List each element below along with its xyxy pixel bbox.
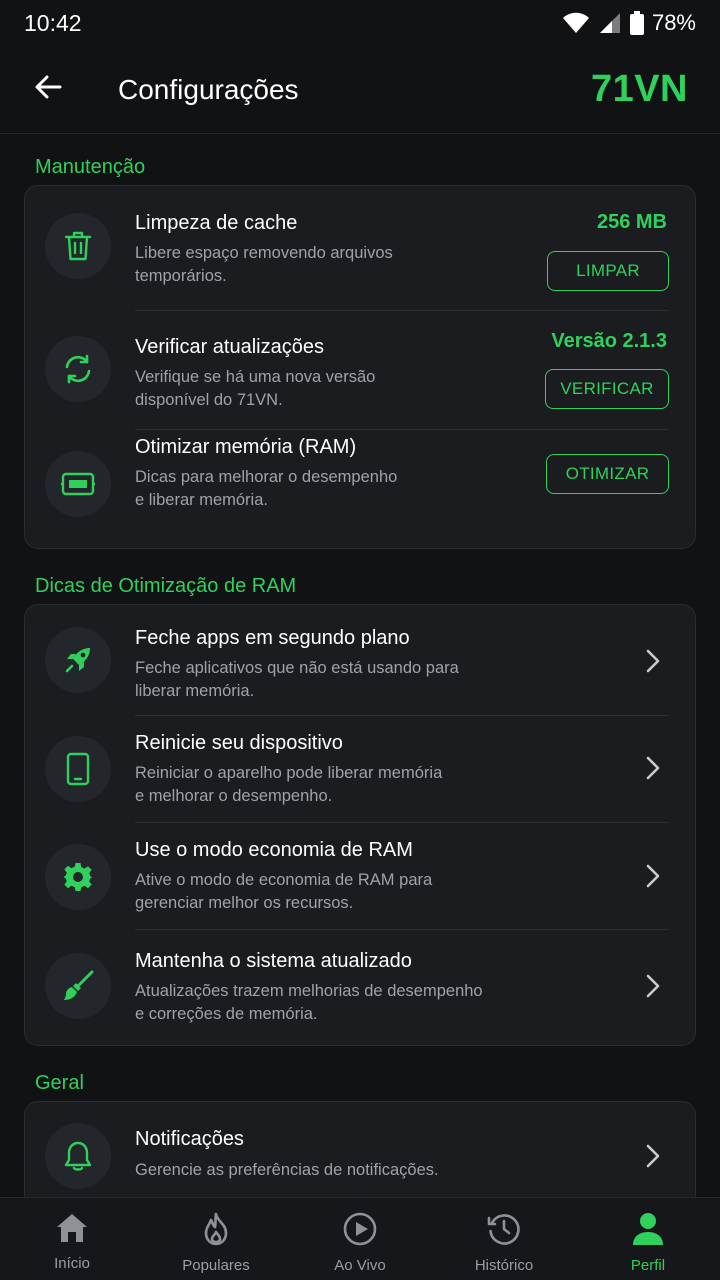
wifi-icon (562, 12, 590, 34)
tip-row[interactable]: Feche apps em segundo plano Feche aplica… (25, 605, 695, 715)
nav-item-history[interactable]: Histórico (432, 1198, 576, 1280)
page-title: Configurações (118, 73, 299, 105)
tip-desc-line1: Reiniciar o aparelho pode liberar memóri… (135, 764, 443, 782)
clear-cache-button[interactable]: LIMPAR (547, 251, 669, 291)
chevron-right-icon (643, 862, 663, 890)
flame-icon (201, 1212, 231, 1251)
tip-desc-line1: Ative o modo de economia de RAM para (135, 871, 433, 889)
tip-row[interactable]: Use o modo economia de RAM Ative o modo … (25, 823, 695, 929)
tip-title: Mantenha o sistema atualizado (135, 950, 412, 972)
cache-cleanup-desc-line2: temporários. (135, 267, 227, 285)
section-title-general: Geral (35, 1072, 84, 1094)
maintenance-card: Limpeza de cache Libere espaço removendo… (24, 185, 696, 549)
history-icon (487, 1212, 521, 1251)
tip-desc-line2: liberar memória. (135, 682, 255, 700)
chevron-right-icon (643, 647, 663, 675)
cache-cleanup-desc-line1: Libere espaço removendo arquivos (135, 244, 393, 262)
notifications-row[interactable]: Notificações Gerencie as preferências de… (25, 1102, 695, 1197)
tip-title: Feche apps em segundo plano (135, 627, 410, 649)
status-icons: 78% (562, 10, 696, 36)
tip-desc-line1: Feche aplicativos que não está usando pa… (135, 659, 459, 677)
nav-item-live[interactable]: Ao Vivo (288, 1198, 432, 1280)
cache-cleanup-row: Limpeza de cache Libere espaço removendo… (25, 186, 695, 310)
app-bar: Configurações 71VN (0, 46, 720, 134)
settings-content[interactable]: Manutenção Limpeza de cache Libere espaç… (0, 135, 720, 1197)
check-updates-row: Verificar atualizações Verifique se há u… (25, 311, 695, 429)
version-value: Versão 2.1.3 (551, 330, 667, 352)
section-title-maintenance: Manutenção (35, 156, 146, 178)
chevron-right-icon (643, 754, 663, 782)
cache-cleanup-title: Limpeza de cache (135, 212, 298, 234)
optimize-memory-title: Otimizar memória (RAM) (135, 436, 357, 458)
notifications-desc: Gerencie as preferências de notificações… (135, 1161, 439, 1179)
section-title-ram-tips: Dicas de Otimização de RAM (35, 575, 297, 597)
optimize-memory-row: Otimizar memória (RAM) Dicas para melhor… (25, 430, 695, 548)
battery-icon (629, 11, 644, 35)
tip-row[interactable]: Mantenha o sistema atualizado Atualizaçõ… (25, 930, 695, 1046)
trash-icon (45, 213, 111, 279)
profile-icon (632, 1212, 664, 1251)
bottom-navigation: Início Populares Ao Vivo Histórico Perfi… (0, 1197, 720, 1280)
nav-item-home[interactable]: Início (0, 1198, 144, 1280)
nav-label: Populares (182, 1257, 250, 1274)
home-icon (55, 1212, 89, 1249)
check-updates-title: Verificar atualizações (135, 336, 324, 358)
arrow-left-icon (33, 72, 63, 107)
nav-label: Perfil (630, 1257, 666, 1274)
battery-percentage: 78% (651, 10, 696, 35)
tip-title: Reinicie seu dispositivo (135, 732, 343, 754)
nav-item-profile[interactable]: Perfil (576, 1198, 720, 1280)
check-updates-button[interactable]: VERIFICAR (545, 369, 669, 409)
refresh-icon (45, 336, 111, 402)
tip-row[interactable]: Reinicie seu dispositivo Reiniciar o apa… (25, 716, 695, 822)
status-bar: 10:42 78% (0, 0, 720, 46)
bell-icon (45, 1123, 111, 1189)
gear-icon (45, 844, 111, 910)
status-time: 10:42 (24, 9, 82, 36)
nav-label: Ao Vivo (334, 1257, 386, 1274)
nav-item-popular[interactable]: Populares (144, 1198, 288, 1280)
memory-icon (45, 451, 111, 517)
signal-icon (598, 12, 622, 34)
play-icon (343, 1212, 377, 1251)
chevron-right-icon (643, 1142, 663, 1170)
tip-desc-line1: Atualizações trazem melhorias de desempe… (135, 982, 483, 1000)
tip-desc-line2: e melhorar o desempenho. (135, 787, 333, 805)
check-updates-desc-line2: disponível do 71VN. (135, 391, 283, 409)
tip-title: Use o modo economia de RAM (135, 839, 413, 861)
phone-icon (45, 736, 111, 802)
tip-desc-line2: e correções de memória. (135, 1005, 318, 1023)
cache-size-value: 256 MB (596, 211, 667, 233)
check-updates-desc-line1: Verifique se há uma nova versão (135, 368, 376, 386)
notifications-title: Notificações (135, 1128, 244, 1150)
optimize-memory-desc-line2: e liberar memória. (135, 491, 268, 509)
nav-label: Início (54, 1255, 90, 1272)
tip-desc-line2: gerenciar melhor os recursos. (135, 894, 354, 912)
rocket-icon (45, 627, 111, 693)
optimize-button[interactable]: OTIMIZAR (546, 454, 669, 494)
optimize-memory-desc-line1: Dicas para melhorar o desempenho (135, 468, 398, 486)
broom-icon (45, 953, 111, 1019)
app-logo: 71VN (590, 68, 688, 110)
ram-tips-card: Feche apps em segundo plano Feche aplica… (24, 604, 696, 1046)
general-card: Notificações Gerencie as preferências de… (24, 1101, 696, 1197)
back-button[interactable] (0, 46, 96, 134)
nav-label: Histórico (474, 1257, 534, 1274)
chevron-right-icon (643, 972, 663, 1000)
